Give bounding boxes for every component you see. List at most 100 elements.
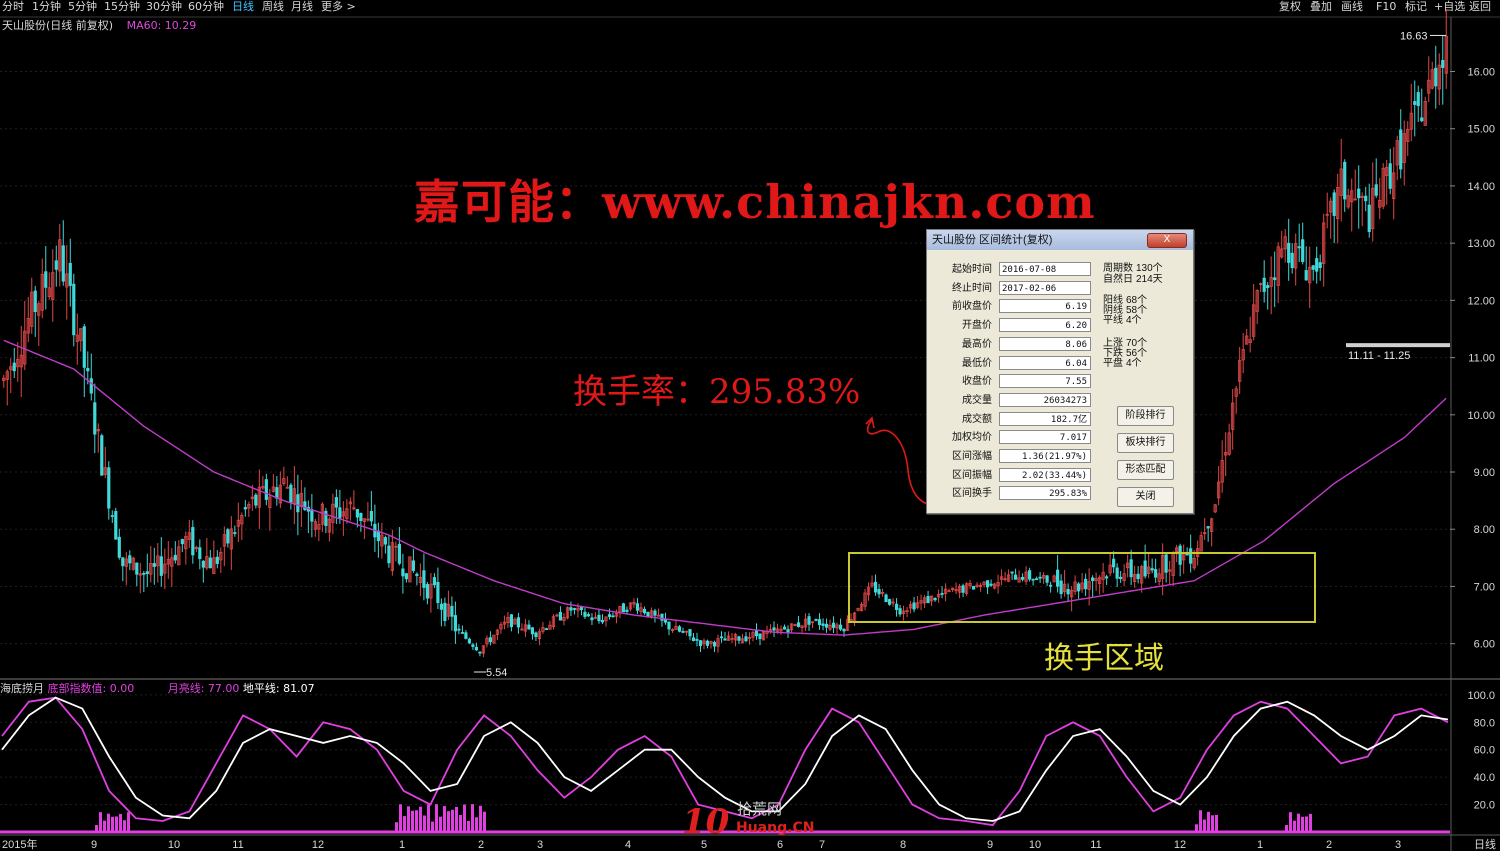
candle-body (985, 580, 990, 588)
price-tick-label: 9.00 (1474, 467, 1495, 479)
count-value: 4个 (1126, 315, 1142, 326)
stat-label: 加权均价 (952, 432, 992, 444)
date-field[interactable]: 2017-02-06 (999, 280, 1091, 295)
stat-label: 前收盘价 (952, 301, 992, 313)
stat-value: 295.83% (999, 486, 1091, 501)
candle-body (1150, 568, 1154, 571)
stat-row: 最高价 8.06 (927, 336, 1107, 353)
candle-body (635, 603, 640, 611)
stat-row: 终止时间 2017-02-06 (927, 280, 1107, 297)
candle-body (1304, 270, 1308, 281)
date-field[interactable]: 2016-07-08 (999, 262, 1091, 276)
date-tick-label: 3 (1395, 839, 1401, 851)
stat-label: 起始时间 (952, 264, 992, 275)
count-label: 平线 (1103, 315, 1123, 326)
stat-label: 区间换手 (952, 488, 992, 500)
bottom-index-bar (455, 806, 458, 832)
candle-body (422, 570, 426, 588)
close-button[interactable]: 关闭 (1117, 487, 1174, 507)
candle-body (338, 507, 342, 519)
bottom-index-bar (1203, 819, 1206, 832)
candle-body (383, 537, 387, 545)
candle-body (1364, 195, 1368, 202)
pattern-match-button[interactable]: 形态匹配 (1117, 460, 1174, 480)
candle-body (264, 479, 268, 500)
candle-body (464, 632, 468, 639)
candle-body (1416, 92, 1420, 107)
candle-body (1084, 578, 1088, 590)
range-marker-label: 11.11 - 11.25 (1348, 350, 1410, 362)
bottom-index-bar (407, 806, 410, 832)
candle-body (796, 622, 801, 627)
candle-body (1038, 576, 1042, 579)
bottom-index-bar (423, 815, 426, 832)
osc-tick-label: 20.0 (1474, 800, 1495, 812)
dialog-titlebar[interactable]: 天山股份 区间统计(复权) X (927, 230, 1193, 250)
candle-body (758, 633, 762, 640)
stat-row: 成交额 182.7亿 (927, 411, 1107, 428)
candle-body (1091, 577, 1095, 582)
range-marker-bar (1346, 343, 1450, 348)
candle-body (1031, 578, 1035, 581)
candle-body (583, 611, 587, 617)
candle-body (824, 623, 829, 628)
candle-body (142, 572, 146, 575)
bottom-index-bar (123, 820, 126, 832)
candle-body (439, 603, 444, 610)
stage-rank-button[interactable]: 阶段排行 (1117, 406, 1174, 426)
candle-body (1206, 526, 1210, 529)
bottom-index-bar (447, 811, 450, 832)
candle-body (1115, 567, 1119, 579)
osc-tick-label: 60.0 (1474, 745, 1495, 757)
bottom-index-bar (111, 816, 114, 832)
candle-body (201, 560, 205, 568)
candle-body (1028, 570, 1032, 580)
candle-body (68, 262, 72, 286)
date-tick-label: 4 (625, 839, 631, 851)
stock-chart[interactable]: 6.00 7.00 8.00 9.00 10.00 11.00 12.00 13.00 14.0… (0, 0, 1500, 851)
bottom-index-bar (459, 814, 462, 832)
main-legend: 天山股份(日线 前复权) MA60: 10.29 (2, 17, 206, 33)
candle-body (677, 626, 682, 632)
candle-body (387, 545, 391, 564)
candle-body (642, 608, 647, 614)
candle-body (135, 562, 139, 575)
candle-body (653, 610, 657, 616)
close-icon[interactable]: X (1147, 233, 1187, 248)
stat-label: 区间涨幅 (952, 451, 992, 462)
candle-body (100, 435, 104, 476)
stat-label: 最低价 (962, 357, 992, 369)
bottom-index-bar (431, 821, 434, 832)
osc-tick-label: 80.0 (1474, 717, 1495, 729)
candle-body (989, 583, 993, 586)
candle-body (401, 568, 405, 577)
count-label: 周期数 (1103, 263, 1133, 274)
candle-body (1332, 192, 1336, 216)
candle-body (1266, 285, 1270, 289)
candle-body (586, 614, 591, 617)
candle-body (61, 245, 65, 282)
logo-text: 拾荒网 (737, 800, 783, 818)
sector-rank-button[interactable]: 板块排行 (1117, 433, 1174, 453)
bottom-index-bar (403, 816, 406, 832)
candle-body (544, 628, 549, 631)
count-stat: 平盘 4个 (1103, 359, 1142, 369)
candle-body (1189, 548, 1193, 564)
hand-drawn-arrow (866, 419, 936, 506)
candle-body (569, 607, 573, 611)
count-label: 自然日 (1103, 274, 1133, 285)
candle-body (191, 527, 195, 556)
bottom-index-bar (1309, 813, 1312, 832)
candle-body (1059, 580, 1063, 595)
price-tick-label: 11.00 (1468, 353, 1495, 365)
price-tick-label: 10.00 (1467, 410, 1495, 422)
stat-value: 6.20 (999, 318, 1091, 333)
candle-body (215, 556, 219, 564)
candle-body (817, 619, 822, 626)
candle-body (572, 608, 577, 610)
candle-body (12, 362, 16, 372)
candle-body (1399, 129, 1403, 170)
candle-body (450, 605, 454, 617)
candle-body (93, 402, 97, 435)
candle-body (579, 606, 584, 611)
